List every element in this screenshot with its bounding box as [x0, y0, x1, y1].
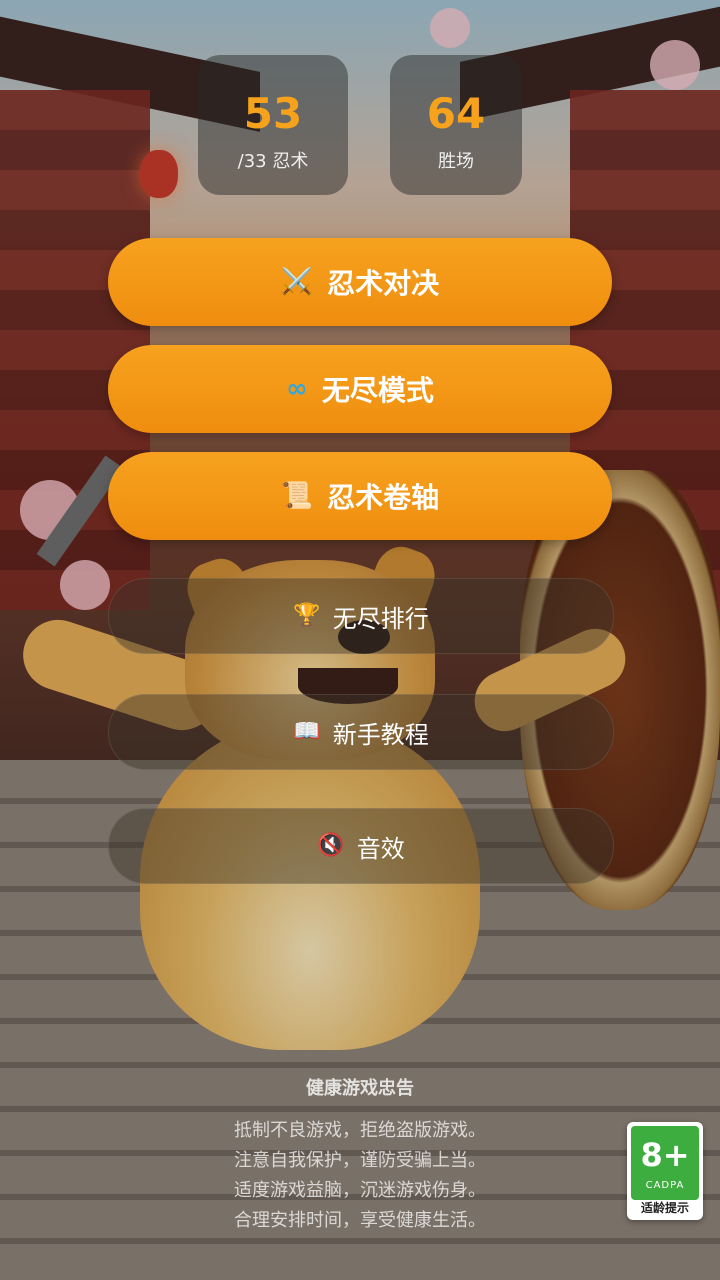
health-advice-title: 健康游戏忠告	[306, 1078, 414, 1099]
stat-card-wins: 64 胜场	[390, 55, 522, 195]
endless-ranking-label: 无尽排行	[332, 604, 429, 633]
health-advice-line: 注意自我保护，谨防受骗上当。	[234, 1150, 486, 1171]
book-icon: 📖	[293, 719, 321, 744]
sound-label: 音效	[356, 834, 405, 863]
endless-mode-button[interactable]: ∞ 无尽模式	[108, 345, 612, 433]
health-advice-line: 抵制不良游戏，拒绝盗版游戏。	[234, 1120, 486, 1141]
health-advice-line: 适度游戏益脑，沉迷游戏伤身。	[234, 1180, 486, 1201]
ninjutsu-label: /33 忍术	[237, 151, 309, 172]
infinity-icon: ∞	[286, 374, 308, 404]
wins-count: 64	[426, 89, 486, 138]
crossed-swords-icon: ⚔️	[280, 267, 314, 297]
mute-icon: 🔇	[317, 833, 345, 858]
ninjutsu-scroll-label: 忍术卷轴	[327, 481, 440, 514]
tutorial-label: 新手教程	[332, 720, 429, 749]
ninjutsu-scroll-button[interactable]: 📜 忍术卷轴	[108, 452, 612, 540]
trophy-icon: 🏆	[293, 603, 321, 628]
age-rating-badge: 8+ CADPA 适龄提示	[627, 1122, 703, 1220]
endless-ranking-button[interactable]: 🏆 无尽排行	[108, 578, 614, 654]
stat-card-ninjutsu: 53 /33 忍术	[198, 55, 348, 195]
health-advice-line: 合理安排时间，享受健康生活。	[234, 1210, 486, 1231]
age-rating-org: CADPA	[645, 1180, 685, 1191]
health-advice: 抵制不良游戏，拒绝盗版游戏。 注意自我保护，谨防受骗上当。 适度游戏益脑，沉迷游…	[0, 1116, 720, 1236]
endless-mode-label: 无尽模式	[321, 374, 434, 407]
ninjutsu-duel-label: 忍术对决	[327, 267, 440, 300]
ninjutsu-duel-button[interactable]: ⚔️ 忍术对决	[108, 238, 612, 326]
sound-toggle-button[interactable]: 🔇 音效	[108, 808, 614, 884]
age-rating-value: 8+	[640, 1136, 690, 1174]
wins-label: 胜场	[438, 151, 474, 172]
age-rating-tip: 适龄提示	[640, 1201, 689, 1215]
ninjutsu-count: 53	[243, 89, 303, 138]
age-rating-panel: 8+ CADPA	[631, 1126, 699, 1200]
tutorial-button[interactable]: 📖 新手教程	[108, 694, 614, 770]
scroll-icon: 📜	[280, 481, 314, 511]
